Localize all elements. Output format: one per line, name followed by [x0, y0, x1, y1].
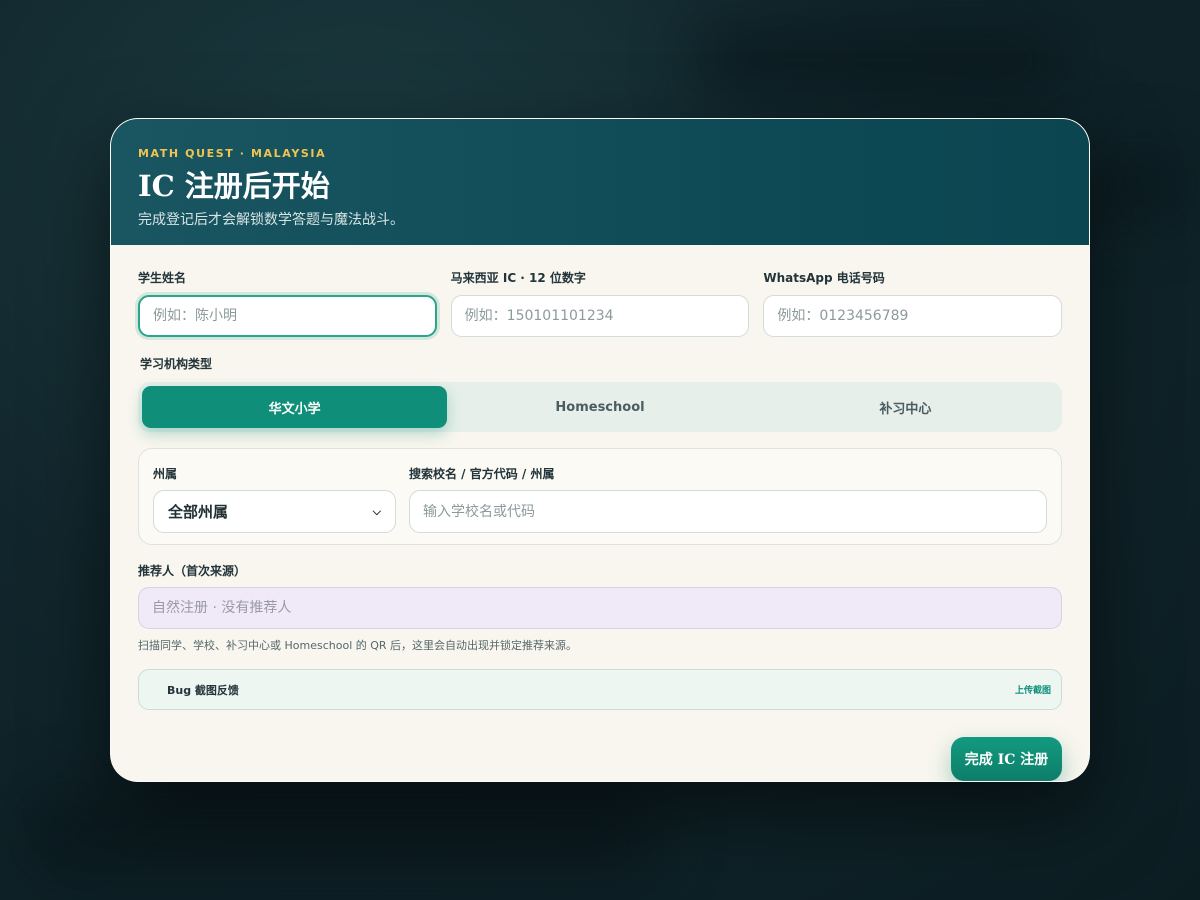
school-search-field: 搜索校名 / 官方代码 / 州属: [409, 465, 1047, 544]
school-search-input[interactable]: [409, 490, 1047, 533]
school-picker: 州属 全部州属 ⌵ 搜索校名 / 官方代码 / 州属: [138, 448, 1062, 545]
page-subtitle: 完成登记后才会解锁数学答题与魔法战斗。: [138, 212, 404, 228]
brand-eyebrow: MATH QUEST · MALAYSIA: [138, 147, 327, 160]
referrer-input[interactable]: [138, 587, 1062, 629]
state-select[interactable]: 全部州属 ⌵: [153, 490, 396, 533]
whatsapp-input[interactable]: [763, 295, 1063, 337]
form-body: 学生姓名 马来西亚 IC · 12 位数字 WhatsApp 电话号码 学习机构…: [111, 269, 1089, 781]
ic-input[interactable]: [450, 295, 750, 337]
background-shadow: [690, 20, 1070, 100]
card-header: MATH QUEST · MALAYSIA IC 注册后开始 完成登记后才会解锁…: [111, 119, 1089, 245]
referrer-hint: 扫描同学、学校、补习中心或 Homeschool 的 QR 后，这里会自动出现并…: [138, 639, 578, 652]
whatsapp-label: WhatsApp 电话号码: [763, 271, 885, 285]
identity-row: 学生姓名 马来西亚 IC · 12 位数字 WhatsApp 电话号码: [138, 269, 1063, 337]
institution-option-chinese-primary[interactable]: 华文小学: [142, 386, 448, 428]
bug-report-label: Bug 截图反馈: [167, 683, 239, 697]
school-search-label: 搜索校名 / 官方代码 / 州属: [409, 467, 555, 481]
institution-option-homeschool[interactable]: Homeschool: [447, 386, 752, 428]
ic-label: 马来西亚 IC · 12 位数字: [450, 271, 586, 285]
bug-report-box: Bug 截图反馈 上传截图: [138, 669, 1062, 710]
background-shadow: [1080, 150, 1190, 220]
referrer-label: 推荐人（首次来源）: [138, 564, 247, 578]
institution-option-tuition-center[interactable]: 补习中心: [753, 386, 1058, 428]
student-name-input[interactable]: [138, 295, 437, 337]
ic-field: 马来西亚 IC · 12 位数字: [450, 269, 750, 337]
registration-card: MATH QUEST · MALAYSIA IC 注册后开始 完成登记后才会解锁…: [110, 118, 1090, 782]
student-name-label: 学生姓名: [138, 271, 187, 285]
state-select-value: 全部州属: [168, 503, 229, 521]
page-title: IC 注册后开始: [138, 169, 330, 203]
whatsapp-field: WhatsApp 电话号码: [763, 269, 1063, 337]
state-label: 州属: [153, 467, 178, 481]
upload-screenshot-button[interactable]: 上传截图: [1015, 683, 1051, 696]
institution-type-label: 学习机构类型: [140, 357, 213, 371]
background-shadow: [20, 790, 660, 880]
state-field: 州属 全部州属 ⌵: [153, 465, 396, 544]
student-name-field: 学生姓名: [138, 269, 437, 337]
submit-registration-button[interactable]: 完成 IC 注册: [951, 737, 1062, 781]
chevron-down-icon: ⌵: [372, 504, 381, 518]
institution-type-selector: 华文小学 Homeschool 补习中心: [138, 382, 1062, 432]
